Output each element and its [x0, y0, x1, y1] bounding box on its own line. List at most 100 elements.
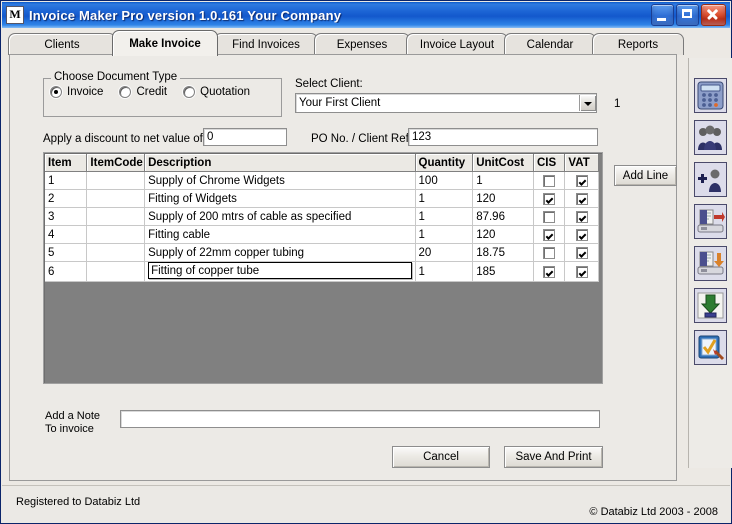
- cis-checkbox-icon[interactable]: [543, 175, 555, 187]
- cell-vat-checkbox[interactable]: [565, 226, 599, 244]
- cancel-button[interactable]: Cancel: [392, 446, 490, 468]
- cell-vat-checkbox[interactable]: [565, 244, 599, 262]
- tab-make-invoice[interactable]: Make Invoice: [112, 30, 218, 56]
- tab-find-invoices[interactable]: Find Invoices: [214, 33, 318, 55]
- save-and-print-button[interactable]: Save And Print: [504, 446, 603, 468]
- vat-checkbox-icon[interactable]: [576, 247, 588, 259]
- cell-itemcode[interactable]: [87, 226, 145, 244]
- cis-checkbox-icon[interactable]: [543, 229, 555, 241]
- cell-quantity[interactable]: 20: [415, 244, 473, 262]
- table-row[interactable]: 4 Fitting cable1120: [45, 226, 599, 244]
- cell-unitcost[interactable]: 185: [473, 262, 534, 282]
- tab-clients[interactable]: Clients: [8, 33, 116, 55]
- chevron-down-icon[interactable]: [579, 95, 596, 111]
- cell-item[interactable]: 6: [45, 262, 87, 282]
- cell-cis-checkbox[interactable]: [533, 172, 564, 190]
- cell-item[interactable]: 1: [45, 172, 87, 190]
- radio-quotation[interactable]: Quotation: [183, 86, 250, 98]
- note-input[interactable]: [120, 410, 600, 428]
- tab-invoice-layout[interactable]: Invoice Layout: [406, 33, 508, 55]
- cell-itemcode[interactable]: [87, 262, 145, 282]
- cell-item[interactable]: 2: [45, 190, 87, 208]
- cell-itemcode[interactable]: [87, 190, 145, 208]
- col-cis[interactable]: CIS: [533, 154, 564, 172]
- cell-description[interactable]: Supply of 22mm copper tubing: [145, 244, 415, 262]
- client-select[interactable]: Your First Client: [295, 93, 597, 113]
- table-row[interactable]: 2 Fitting of Widgets1120: [45, 190, 599, 208]
- cell-unitcost[interactable]: 1: [473, 172, 534, 190]
- col-description[interactable]: Description: [145, 154, 415, 172]
- radio-credit[interactable]: Credit: [119, 86, 167, 98]
- col-itemcode[interactable]: ItemCode: [87, 154, 145, 172]
- cell-cis-checkbox[interactable]: [533, 226, 564, 244]
- cell-quantity[interactable]: 1: [415, 226, 473, 244]
- col-quantity[interactable]: Quantity: [415, 154, 473, 172]
- calculator-icon[interactable]: [694, 78, 727, 113]
- col-vat[interactable]: VAT: [565, 154, 599, 172]
- col-item[interactable]: Item: [45, 154, 87, 172]
- cell-cis-checkbox[interactable]: [533, 190, 564, 208]
- table-row[interactable]: 3 Supply of 200 mtrs of cable as specifie…: [45, 208, 599, 226]
- cis-checkbox-icon[interactable]: [543, 193, 555, 205]
- document-type-legend: Choose Document Type: [51, 71, 180, 83]
- tab-reports[interactable]: Reports: [592, 33, 684, 55]
- add-line-button[interactable]: Add Line: [614, 165, 677, 186]
- cis-checkbox-icon[interactable]: [543, 247, 555, 259]
- cell-itemcode[interactable]: [87, 244, 145, 262]
- invoice-line-grid[interactable]: Item ItemCode Description Quantity UnitC…: [43, 152, 603, 384]
- po-input[interactable]: 123: [408, 128, 598, 146]
- add-client-icon[interactable]: [694, 162, 727, 197]
- radio-invoice[interactable]: Invoice: [50, 86, 103, 98]
- clients-group-icon[interactable]: [694, 120, 727, 155]
- tab-calendar[interactable]: Calendar: [504, 33, 596, 55]
- tab-label: Find Invoices: [232, 39, 300, 51]
- registered-to-text: Registered to Databiz Ltd: [16, 496, 140, 508]
- cell-unitcost[interactable]: 87.96: [473, 208, 534, 226]
- cell-unitcost[interactable]: 120: [473, 226, 534, 244]
- cell-unitcost[interactable]: 18.75: [473, 244, 534, 262]
- save-invoice-icon[interactable]: [694, 246, 727, 281]
- vat-checkbox-icon[interactable]: [576, 193, 588, 205]
- cell-quantity[interactable]: 1: [415, 190, 473, 208]
- vat-checkbox-icon[interactable]: [576, 175, 588, 187]
- cell-cis-checkbox[interactable]: [533, 208, 564, 226]
- cis-checkbox-icon[interactable]: [543, 211, 555, 223]
- cell-cis-checkbox[interactable]: [533, 244, 564, 262]
- col-unitcost[interactable]: UnitCost: [473, 154, 534, 172]
- maximize-icon[interactable]: [676, 4, 699, 26]
- cell-quantity[interactable]: 100: [415, 172, 473, 190]
- cell-item[interactable]: 5: [45, 244, 87, 262]
- table-row[interactable]: 6 Fitting of copper tube1185: [45, 262, 599, 282]
- cell-vat-checkbox[interactable]: [565, 172, 599, 190]
- cell-item[interactable]: 3: [45, 208, 87, 226]
- download-icon[interactable]: [694, 288, 727, 323]
- cell-vat-checkbox[interactable]: [565, 190, 599, 208]
- cell-itemcode[interactable]: [87, 172, 145, 190]
- cis-checkbox-icon[interactable]: [543, 266, 555, 278]
- cell-item[interactable]: 4: [45, 226, 87, 244]
- discount-input[interactable]: 0: [203, 128, 287, 146]
- table-row[interactable]: 5 Supply of 22mm copper tubing2018.75: [45, 244, 599, 262]
- table-row[interactable]: 1Supply of Chrome Widgets1001: [45, 172, 599, 190]
- cell-vat-checkbox[interactable]: [565, 262, 599, 282]
- vat-checkbox-icon[interactable]: [576, 229, 588, 241]
- cell-description-editing[interactable]: Fitting of copper tube: [145, 262, 415, 282]
- cell-description[interactable]: Supply of 200 mtrs of cable as specified: [145, 208, 415, 226]
- tab-expenses[interactable]: Expenses: [314, 33, 410, 55]
- load-invoice-icon[interactable]: [694, 204, 727, 239]
- cell-itemcode[interactable]: [87, 208, 145, 226]
- vat-checkbox-icon[interactable]: [576, 211, 588, 223]
- close-icon[interactable]: [701, 4, 726, 26]
- cell-vat-checkbox[interactable]: [565, 208, 599, 226]
- cell-description[interactable]: Supply of Chrome Widgets: [145, 172, 415, 190]
- cell-description[interactable]: Fitting cable: [145, 226, 415, 244]
- cell-unitcost[interactable]: 120: [473, 190, 534, 208]
- approve-icon[interactable]: [694, 330, 727, 365]
- cell-quantity[interactable]: 1: [415, 262, 473, 282]
- cell-quantity[interactable]: 1: [415, 208, 473, 226]
- cell-cis-checkbox[interactable]: [533, 262, 564, 282]
- cell-description[interactable]: Fitting of Widgets: [145, 190, 415, 208]
- vat-checkbox-icon[interactable]: [576, 266, 588, 278]
- minimize-icon[interactable]: [651, 4, 674, 26]
- description-edit-input[interactable]: Fitting of copper tube: [148, 262, 411, 279]
